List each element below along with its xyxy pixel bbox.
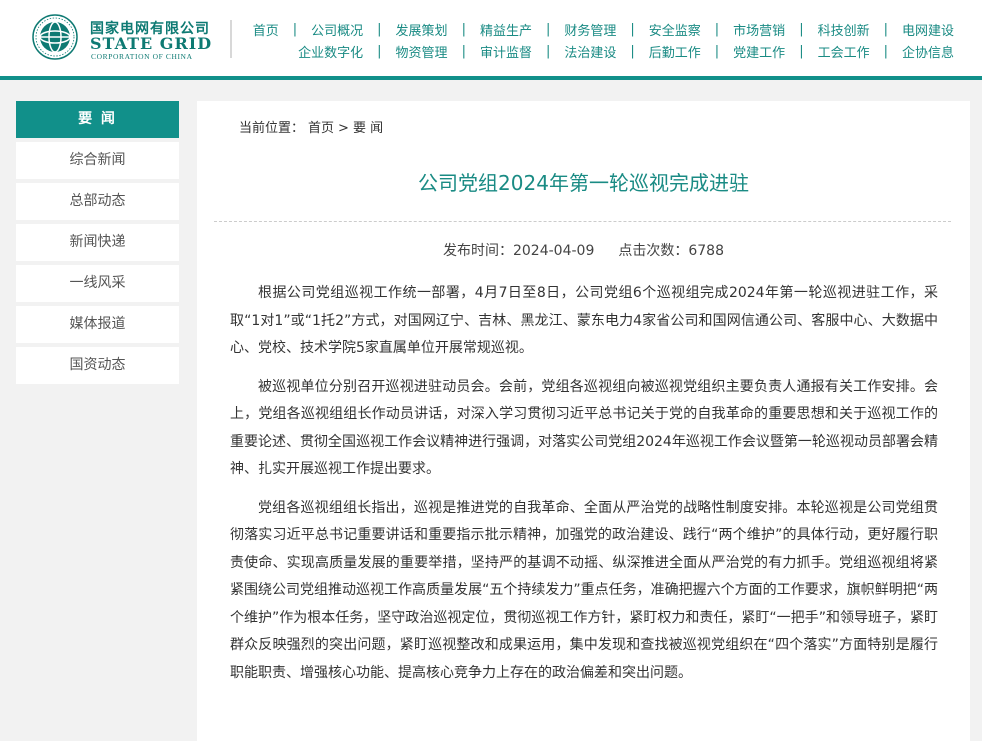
sidebar-item[interactable]: 媒体报道 [16,306,179,343]
globe-logo-icon [32,14,78,60]
publish-label: 发布时间： [442,243,513,259]
header-divider [230,20,232,58]
article-title: 公司党组2024年第一轮巡视完成进驻 [418,171,749,195]
sidebar-item[interactable]: 综合新闻 [16,142,179,179]
nav-link[interactable]: 企协信息 [902,42,954,61]
sidebar-nav: 要 闻综合新闻总部动态新闻快递一线风采媒体报道国资动态 [16,101,179,388]
nav-separator: | [377,22,382,37]
nav-separator: | [883,44,888,59]
title-divider [214,221,951,222]
article-meta: 发布时间：2024-04-09 点击次数：6788 [197,240,970,260]
nav-link[interactable]: 电网建设 [902,20,954,39]
nav-separator: | [883,22,888,37]
sidebar-item[interactable]: 国资动态 [16,347,179,384]
nav-link[interactable]: 后勤工作 [649,42,701,61]
nav-link[interactable]: 党建工作 [733,42,785,61]
nav-link[interactable]: 企业数字化 [298,42,363,61]
nav-link[interactable]: 审计监督 [480,42,532,61]
breadcrumb: 当前位置： 首页 > 要 闻 [239,117,387,136]
article-paragraph: 被巡视单位分别召开巡视进驻动员会。会前，党组各巡视组向被巡视党组织主要负责人通报… [230,378,938,478]
sidebar-item[interactable]: 要 闻 [16,101,179,138]
nav-separator: | [292,22,298,37]
nav-separator: | [545,44,551,59]
nav-separator: | [630,44,635,59]
nav-separator: | [799,44,804,59]
nav-separator: | [714,22,720,37]
top-nav-row-2: 企业数字化 | 物资管理 | 审计监督 | 法治建设 | 后勤工作 | 党建工作 | 工会工作 | 企协信息 [298,42,954,61]
article-paragraph: 根据公司党组巡视工作统一部署，4月7日至8日，公司党组6个巡视组完成2024年第… [230,285,938,356]
brand-en-name: STATE GRID [90,34,213,53]
publish-date: 2024-04-09 [512,243,595,259]
brand-en-subtitle: CORPORATION OF CHINA [91,52,193,61]
clicks-count: 6788 [688,243,724,259]
sidebar-item[interactable]: 新闻快递 [16,224,179,261]
top-nav-row-1: 首页 | 公司概况 | 发展策划 | 精益生产 | 财务管理 | 安全监察 | 市场营销 | 科技创新 | 电网… [253,20,954,39]
nav-link[interactable]: 财务管理 [564,20,616,39]
nav-link[interactable]: 发展策划 [396,20,448,39]
nav-separator: | [461,44,466,59]
breadcrumb-separator: > [338,121,349,136]
nav-separator: | [799,22,804,37]
nav-separator: | [714,44,720,59]
site-header: 国家电网有限公司 STATE GRID CORPORATION OF CHINA… [0,0,982,80]
nav-link[interactable]: 首页 [253,20,279,39]
nav-link[interactable]: 工会工作 [818,42,870,61]
breadcrumb-current[interactable]: 要 闻 [353,121,383,136]
nav-link[interactable]: 安全监察 [649,20,701,39]
nav-separator: | [630,22,635,37]
nav-link[interactable]: 物资管理 [396,42,448,61]
breadcrumb-prefix: 当前位置： [239,121,305,136]
article-body: 根据公司党组巡视工作统一部署，4月7日至8日，公司党组6个巡视组完成2024年第… [230,280,938,698]
nav-link[interactable]: 法治建设 [564,42,616,61]
sidebar-item[interactable]: 总部动态 [16,183,179,220]
state-grid-logo[interactable]: 国家电网有限公司 STATE GRID CORPORATION OF CHINA [30,12,230,64]
nav-link[interactable]: 市场营销 [733,20,785,39]
breadcrumb-home-link[interactable]: 首页 [308,121,334,136]
article-panel: 当前位置： 首页 > 要 闻 公司党组2024年第一轮巡视完成进驻 发布时间：2024… [197,101,970,741]
sidebar-item[interactable]: 一线风采 [16,265,179,302]
nav-separator: | [461,22,466,37]
article-paragraph: 党组各巡视组组长指出，巡视是推进党的自我革命、全面从严治党的战略性制度安排。本轮… [230,499,938,681]
nav-link[interactable]: 公司概况 [311,20,363,39]
nav-link[interactable]: 科技创新 [818,20,870,39]
nav-separator: | [545,22,551,37]
nav-separator: | [377,44,382,59]
nav-link[interactable]: 精益生产 [480,20,532,39]
clicks-label: 点击次数： [618,243,689,259]
